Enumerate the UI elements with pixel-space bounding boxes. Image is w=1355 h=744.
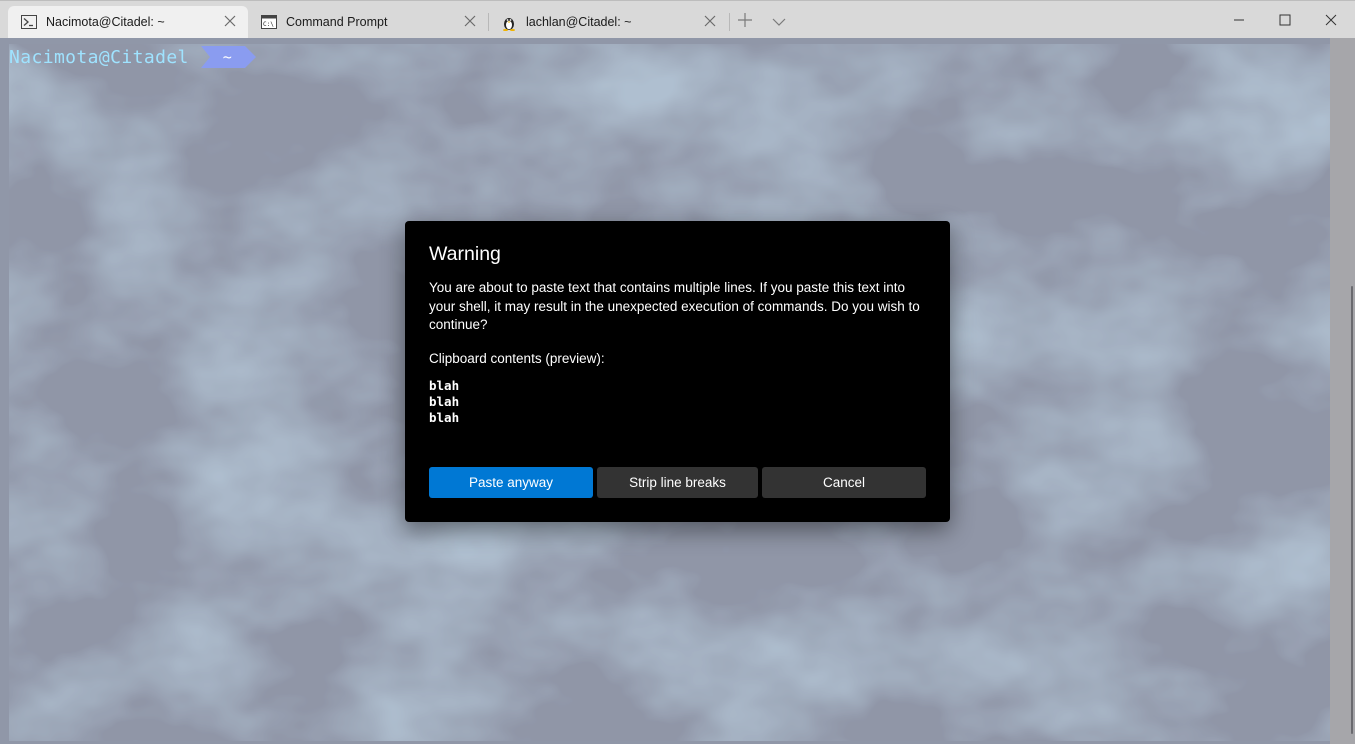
- tab-title: Nacimota@Citadel: ~: [46, 15, 165, 29]
- tab-bar: Nacimota@Citadel: ~ C:\ Command Prompt l…: [0, 0, 1355, 39]
- powershell-icon: [21, 15, 37, 29]
- close-icon[interactable]: [462, 14, 478, 30]
- tab-powershell[interactable]: Nacimota@Citadel: ~: [8, 6, 248, 39]
- clipboard-preview-label: Clipboard contents (preview):: [429, 351, 605, 366]
- dialog-title: Warning: [429, 243, 501, 265]
- tab-title: lachlan@Citadel: ~: [526, 15, 632, 29]
- scrollbar-thumb[interactable]: [1351, 286, 1353, 734]
- linux-penguin-icon: [501, 15, 517, 31]
- close-icon[interactable]: [702, 14, 718, 30]
- prompt-path-segment: ~: [200, 46, 259, 68]
- strip-line-breaks-button[interactable]: Strip line breaks: [597, 467, 758, 498]
- new-tab-plus-icon[interactable]: [737, 12, 755, 30]
- cancel-button[interactable]: Cancel: [762, 467, 926, 498]
- dialog-message: You are about to paste text that contain…: [429, 280, 920, 332]
- maximize-icon[interactable]: [1262, 1, 1308, 39]
- scrollbar[interactable]: [1330, 38, 1355, 744]
- multiline-paste-warning-dialog: Warning You are about to paste text that…: [405, 221, 950, 522]
- clipboard-preview-line: blah: [429, 410, 460, 425]
- prompt-user-host: Nacimota@Citadel: [9, 46, 189, 68]
- tab-command-prompt[interactable]: C:\ Command Prompt: [248, 6, 488, 39]
- svg-text:C:\: C:\: [263, 21, 274, 28]
- close-icon[interactable]: [222, 14, 238, 30]
- tab-title: Command Prompt: [286, 15, 388, 29]
- tab-linux[interactable]: lachlan@Citadel: ~: [488, 6, 728, 39]
- cmd-icon: C:\: [261, 15, 277, 29]
- paste-anyway-button[interactable]: Paste anyway: [429, 467, 593, 498]
- shell-prompt: Nacimota@Citadel ~: [9, 46, 259, 68]
- chevron-down-icon[interactable]: [771, 14, 789, 32]
- clipboard-preview-line: blah: [429, 394, 460, 409]
- prompt-path: ~: [222, 48, 232, 66]
- tab-divider: [729, 13, 730, 31]
- clipboard-preview: blah blah blah: [429, 378, 459, 426]
- minimize-icon[interactable]: [1216, 1, 1262, 39]
- clipboard-preview-line: blah: [429, 378, 460, 393]
- window-close-icon[interactable]: [1308, 1, 1354, 39]
